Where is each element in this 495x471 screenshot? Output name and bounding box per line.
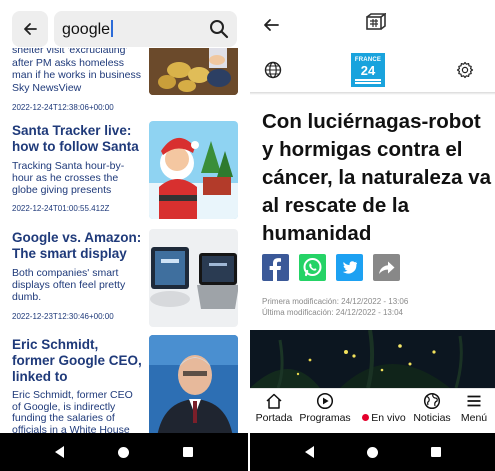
tab-programs[interactable]: Programas <box>296 392 354 424</box>
news-thumbnail-eric-schmidt <box>149 335 238 437</box>
tab-home[interactable]: Portada <box>254 392 294 424</box>
facebook-share-button[interactable] <box>262 254 289 281</box>
tab-label: En vivo <box>371 412 406 424</box>
search-input[interactable]: google <box>54 11 237 47</box>
news-item[interactable]: Google vs. Amazon: The smart display Bot… <box>0 222 248 328</box>
globe-icon[interactable] <box>264 61 282 79</box>
logo-text-line2: 24 <box>360 63 376 78</box>
android-navigation-bar <box>250 433 495 471</box>
tab-label: Menú <box>460 412 488 424</box>
article-hero-image[interactable] <box>250 330 495 388</box>
search-results-screen: shelter visit 'excruciating' after PM as… <box>0 0 248 471</box>
news-thumbnail-smart-displays <box>149 229 238 327</box>
nav-recents-icon[interactable] <box>430 447 441 457</box>
arrow-left-icon <box>24 23 37 35</box>
news-date: 2022-12-24T12:38:06+00:00 <box>12 103 114 112</box>
back-button[interactable] <box>12 11 48 47</box>
twitter-share-button[interactable] <box>336 254 363 281</box>
news-description: shelter visit 'excruciating' after PM as… <box>12 44 141 94</box>
tab-menu[interactable]: Menú <box>456 392 492 424</box>
share-arrow-icon <box>379 261 395 274</box>
news-description: Both companies' smart displays often fee… <box>12 267 126 303</box>
text-caret <box>111 20 113 37</box>
live-dot-icon <box>362 414 370 421</box>
tab-label: Noticias <box>413 412 451 424</box>
header-divider <box>250 92 495 95</box>
news-date: 2022-12-23T12:30:46+00:00 <box>12 312 114 321</box>
article-screen: FRANCE 24 Con luciérnagas-robot y hormig… <box>250 0 495 471</box>
news-title: Eric Schmidt, former Google CEO, linked … <box>12 337 142 384</box>
bottom-tab-bar: Portada Programas En vivo Noticias Menú <box>250 388 495 430</box>
tab-label: Portada <box>255 412 293 424</box>
nav-recents-icon[interactable] <box>183 447 193 457</box>
nav-home-icon[interactable] <box>118 446 129 458</box>
android-navigation-bar <box>0 433 248 471</box>
play-circle-icon <box>316 392 334 410</box>
whatsapp-share-button[interactable] <box>299 254 326 281</box>
news-title: Santa Tracker live: how to follow Santa <box>12 123 139 154</box>
news-item[interactable]: Santa Tracker live: how to follow Santa … <box>0 114 248 220</box>
search-icon[interactable] <box>209 19 229 39</box>
first-modified-date: Primera modificación: 24/12/2022 - 13:06 <box>262 297 409 306</box>
logo-stripe <box>355 79 381 81</box>
whatsapp-icon <box>303 258 322 277</box>
globe-icon <box>423 392 441 410</box>
search-bar: google <box>0 0 248 48</box>
last-modified-date: Última modificación: 24/12/2022 - 13:04 <box>262 308 403 317</box>
home-icon <box>266 393 282 409</box>
search-query: google <box>62 21 111 38</box>
news-date: 2022-12-24T01:00:55.412Z <box>12 204 110 213</box>
arrow-left-icon[interactable] <box>261 15 281 35</box>
article-headline: Con luciérnagas-robot y hormigas contra … <box>262 110 492 245</box>
nav-back-icon[interactable] <box>55 446 64 458</box>
news-thumbnail-santa <box>149 121 238 219</box>
hamburger-menu-icon <box>467 395 481 407</box>
app-logo-icon <box>366 13 386 30</box>
tab-label: Programas <box>299 412 351 424</box>
logo-stripe <box>355 82 381 84</box>
article-header: FRANCE 24 <box>250 0 495 92</box>
nav-home-icon[interactable] <box>366 446 378 458</box>
news-title: Google vs. Amazon: The smart display <box>12 230 142 261</box>
france24-logo: FRANCE 24 <box>351 53 385 87</box>
tab-news[interactable]: Noticias <box>410 392 454 424</box>
news-item[interactable]: Eric Schmidt, former Google CEO, linked … <box>0 330 248 458</box>
share-button[interactable] <box>373 254 400 281</box>
twitter-icon <box>342 261 358 274</box>
news-description: Tracking Santa hour-by-hour as he crosse… <box>12 160 125 196</box>
facebook-icon <box>269 258 281 281</box>
nav-back-icon[interactable] <box>304 446 314 458</box>
tab-live[interactable]: En vivo <box>360 412 408 424</box>
gear-icon[interactable] <box>456 61 474 79</box>
